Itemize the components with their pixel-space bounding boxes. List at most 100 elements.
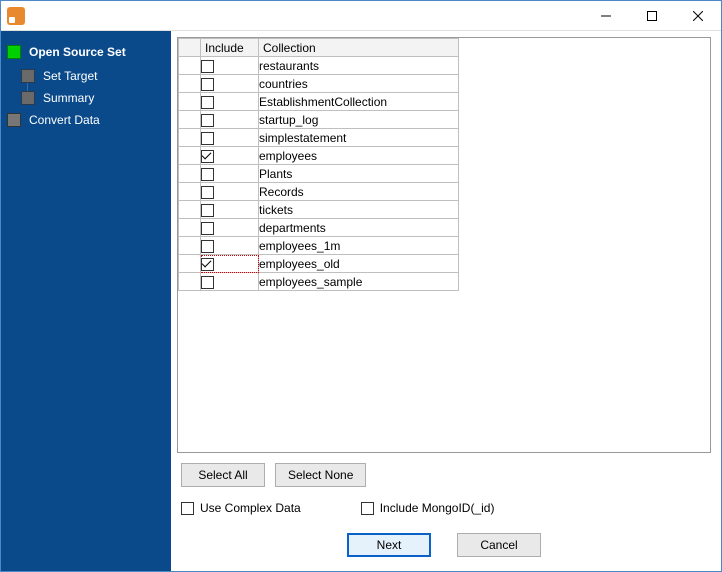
include-checkbox[interactable] [201,186,214,199]
include-cell[interactable] [201,201,259,219]
row-handle[interactable] [179,75,201,93]
include-cell[interactable] [201,255,259,273]
checkbox-icon [181,502,194,515]
row-handle[interactable] [179,201,201,219]
step-marker-icon [7,45,21,59]
include-cell[interactable] [201,129,259,147]
include-checkbox[interactable] [201,96,214,109]
table-row[interactable]: startup_log [179,111,459,129]
row-handle[interactable] [179,165,201,183]
collection-name-cell[interactable]: countries [259,75,459,93]
row-handle[interactable] [179,57,201,75]
include-checkbox[interactable] [201,204,214,217]
collection-name-cell[interactable]: employees [259,147,459,165]
collection-name-cell[interactable]: simplestatement [259,129,459,147]
include-mongoid-option[interactable]: Include MongoID(_id) [361,501,495,515]
app-window: Open Source Set Set Target Summary Convert … [0,0,722,572]
table-row[interactable]: Records [179,183,459,201]
include-cell[interactable] [201,237,259,255]
row-handle[interactable] [179,111,201,129]
table-row[interactable]: EstablishmentCollection [179,93,459,111]
table-row[interactable]: employees_old [179,255,459,273]
collection-grid: Include Collection restaurantscountriesE… [178,38,459,291]
table-row[interactable]: simplestatement [179,129,459,147]
table-row[interactable]: countries [179,75,459,93]
close-icon [693,11,703,21]
wizard-step[interactable]: Convert Data [7,113,165,127]
minimize-button[interactable] [583,1,629,31]
step-marker-icon [7,113,21,127]
table-row[interactable]: tickets [179,201,459,219]
include-checkbox[interactable] [201,114,214,127]
col-header-collection[interactable]: Collection [259,39,459,57]
include-checkbox[interactable] [201,132,214,145]
collection-name-cell[interactable]: EstablishmentCollection [259,93,459,111]
row-handle[interactable] [179,255,201,273]
collection-name-cell[interactable]: employees_sample [259,273,459,291]
cancel-button[interactable]: Cancel [457,533,541,557]
maximize-icon [647,11,657,21]
row-handle[interactable] [179,93,201,111]
include-checkbox[interactable] [201,258,214,271]
checkbox-icon [361,502,374,515]
next-button[interactable]: Next [347,533,431,557]
include-checkbox[interactable] [201,60,214,73]
row-handle[interactable] [179,147,201,165]
collection-name-cell[interactable]: startup_log [259,111,459,129]
include-checkbox[interactable] [201,168,214,181]
row-handle[interactable] [179,273,201,291]
table-row[interactable]: restaurants [179,57,459,75]
include-cell[interactable] [201,219,259,237]
wizard-step[interactable]: Open Source Set [7,45,165,59]
collection-name-cell[interactable]: Records [259,183,459,201]
minimize-icon [601,11,611,21]
table-row[interactable]: departments [179,219,459,237]
row-handle[interactable] [179,183,201,201]
include-cell[interactable] [201,75,259,93]
collection-name-cell[interactable]: employees_old [259,255,459,273]
col-header-include[interactable]: Include [201,39,259,57]
collection-grid-container: Include Collection restaurantscountriesE… [177,37,711,453]
collection-name-cell[interactable]: departments [259,219,459,237]
collection-name-cell[interactable]: restaurants [259,57,459,75]
include-checkbox[interactable] [201,240,214,253]
step-marker-icon [21,69,35,83]
row-handle[interactable] [179,219,201,237]
include-cell[interactable] [201,183,259,201]
close-button[interactable] [675,1,721,31]
select-none-button[interactable]: Select None [275,463,366,487]
wizard-substep[interactable]: Set Target [21,69,165,83]
include-cell[interactable] [201,93,259,111]
include-cell[interactable] [201,273,259,291]
include-cell[interactable] [201,111,259,129]
substep-label: Set Target [43,69,97,83]
step-label: Open Source Set [29,45,126,59]
select-all-button[interactable]: Select All [181,463,265,487]
main-content: Include Collection restaurantscountriesE… [171,31,721,571]
include-cell[interactable] [201,147,259,165]
table-row[interactable]: employees [179,147,459,165]
table-row[interactable]: employees_sample [179,273,459,291]
wizard-substep[interactable]: Summary [21,91,165,105]
row-handle[interactable] [179,129,201,147]
wizard-sidebar: Open Source Set Set Target Summary Convert … [1,31,171,571]
include-checkbox[interactable] [201,78,214,91]
titlebar [1,1,721,31]
include-mongoid-label: Include MongoID(_id) [380,501,495,515]
row-handle[interactable] [179,237,201,255]
maximize-button[interactable] [629,1,675,31]
collection-name-cell[interactable]: Plants [259,165,459,183]
collection-name-cell[interactable]: tickets [259,201,459,219]
include-checkbox[interactable] [201,276,214,289]
app-icon [7,7,25,25]
include-cell[interactable] [201,57,259,75]
collection-name-cell[interactable]: employees_1m [259,237,459,255]
use-complex-data-option[interactable]: Use Complex Data [181,501,301,515]
include-cell[interactable] [201,165,259,183]
step-label: Convert Data [29,113,100,127]
include-checkbox[interactable] [201,150,214,163]
substep-label: Summary [43,91,94,105]
include-checkbox[interactable] [201,222,214,235]
table-row[interactable]: employees_1m [179,237,459,255]
table-row[interactable]: Plants [179,165,459,183]
